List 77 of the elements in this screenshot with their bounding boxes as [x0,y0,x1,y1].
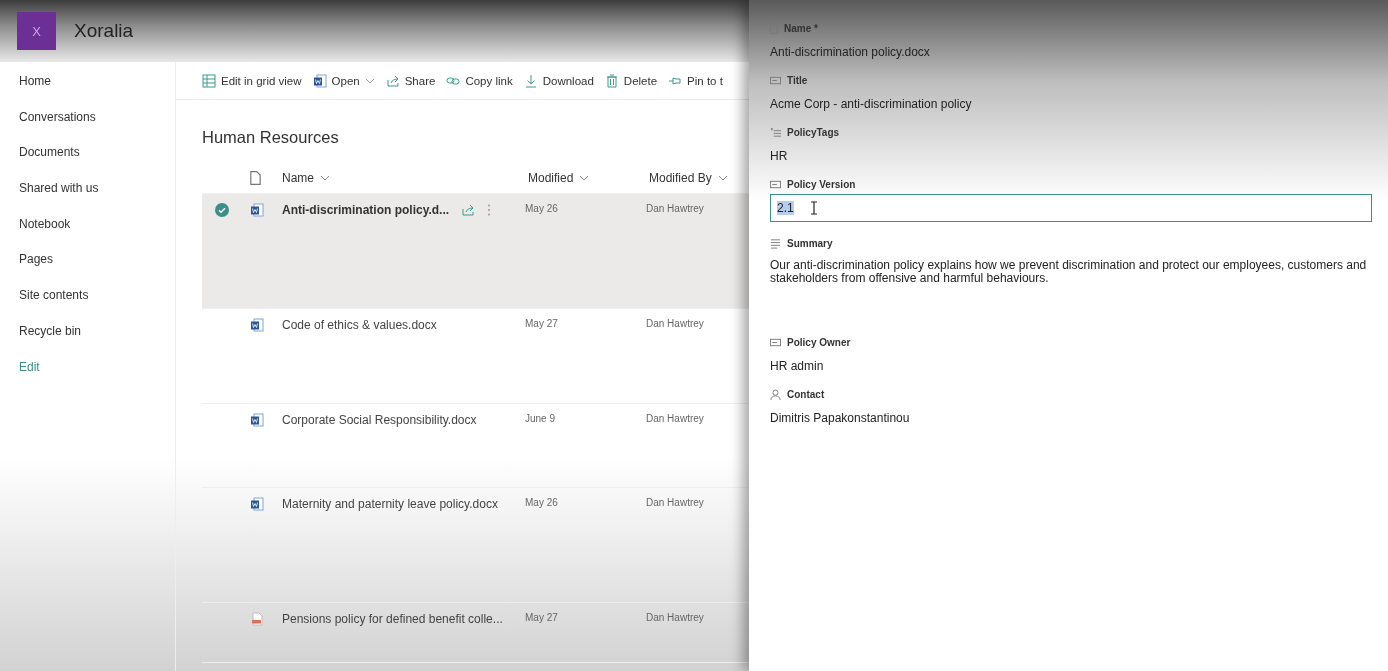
toolbar-button[interactable]: Open [312,71,375,90]
grid-icon [202,73,216,88]
caret-icon [579,175,590,181]
nav-item[interactable]: Notebook [0,215,90,252]
list-icon [770,126,781,138]
file-name-link[interactable]: Code of ethics & values.docx [282,318,437,332]
field-label: Contact [787,388,825,400]
word-icon [250,413,264,427]
file-name-link[interactable]: Corporate Social Responsibility.docx [282,413,477,427]
field-label: Policy Owner [787,336,851,348]
word-icon [312,73,327,88]
pdf-file-icon [250,612,264,626]
site-name: Xoralia [74,20,134,42]
site-logo[interactable]: X [17,12,56,50]
modified-by: Dan Hawtrey [646,497,705,508]
nav-item[interactable]: Home [0,73,70,109]
modified-by: Dan Hawtrey [646,612,705,623]
file-row[interactable]: Pensions policy for defined benefit colle... May 27 Dan Hawtrey [202,603,749,663]
word-icon [250,203,264,217]
field-value: HR admin [770,359,825,373]
field-label: Name * [784,22,818,34]
share-icon [385,73,400,88]
modified-date: June 9 [525,413,557,424]
modified-date: May 27 [525,612,559,623]
person-icon [770,388,781,400]
toolbar-button[interactable]: Share [385,71,436,90]
toolbar-button[interactable]: Pin to t [668,71,723,90]
paragraph-icon [770,237,781,249]
nav-item[interactable]: Site contents [0,287,108,323]
file-name-link[interactable]: Maternity and paternity leave policy.docx [282,497,498,511]
field-value: Our anti-discrimination policy explains how we prevent discrimination and protect our employees, customers and stakeholders from offensive and harmful behaviours. [770,259,1368,285]
text-field-icon [770,336,781,348]
modified-date: May 26 [525,203,559,214]
modified-date: May 26 [525,497,559,508]
nav-item[interactable]: Shared with us [0,180,118,216]
field-value: Anti-discrimination policy.docx [770,45,931,59]
modified-date: May 27 [525,318,559,329]
share-icon [461,203,476,217]
field-label: Title [787,74,808,86]
column-header[interactable]: Name [282,171,525,185]
input-field[interactable]: 2.1 [770,194,1372,222]
text-field-icon [770,178,781,190]
modified-by: Dan Hawtrey [646,318,705,329]
field-value: Acme Corp - anti-discrimination policy [770,97,973,111]
nav-item[interactable]: Recycle bin [0,322,101,359]
trash-icon [604,73,619,88]
download-icon [523,73,538,88]
field-value: Dimitris Papakonstantinou [770,411,911,425]
document-icon [250,171,261,185]
word-icon [250,497,264,511]
caret-icon [717,175,728,181]
field-value: HR [770,149,789,163]
word-icon [250,318,264,332]
nav-item[interactable]: Conversations [0,108,115,145]
selected-row[interactable]: Anti-discrimination policy.d... May 26 Dan Hawtrey [202,194,749,309]
modified-by: Dan Hawtrey [646,203,705,214]
field-label: Policy Version [787,178,856,190]
library-title: Human Resources [202,128,340,147]
more-icon[interactable] [487,204,492,216]
nav-item[interactable]: Pages [0,251,73,288]
field-label: Summary [787,237,833,249]
toolbar-button[interactable]: Delete [604,71,658,90]
modified-by: Dan Hawtrey [646,413,705,424]
file-name-link[interactable]: Anti-discrimination policy.d... [282,203,450,217]
text-field-icon [770,74,781,86]
column-header[interactable]: Modified [528,171,649,185]
toolbar-button[interactable]: Edit in grid view [202,71,302,90]
file-name-link[interactable]: Pensions policy for defined benefit colle... [282,612,503,626]
text-cursor-icon [809,201,818,215]
toolbar-button[interactable]: Copy link [446,71,513,90]
caret-icon [320,175,330,181]
column-header[interactable]: Modified By [649,171,749,185]
toolbar-button[interactable]: Download [523,71,594,90]
nav-item[interactable]: Documents [0,144,99,181]
selected-text: 2.1 [777,201,794,215]
field-label: PolicyTags [787,126,840,138]
edit-link[interactable]: Edit [0,358,59,395]
